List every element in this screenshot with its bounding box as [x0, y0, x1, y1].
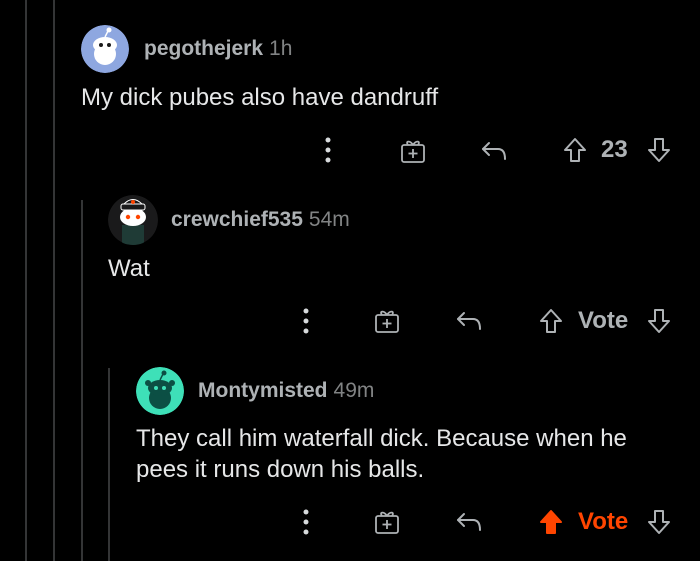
reply-arrow-icon [482, 142, 506, 160]
award-gift-icon [375, 511, 399, 534]
comment-body: My dick pubes also have dandruff [81, 84, 439, 111]
reply-button[interactable] [453, 507, 485, 537]
downvote-arrow-icon [648, 510, 670, 534]
avatar[interactable] [81, 25, 129, 73]
downvote-button[interactable] [644, 305, 674, 337]
reply-button[interactable] [453, 306, 485, 336]
upvote-button[interactable] [536, 305, 566, 337]
award-gift-icon [375, 310, 399, 333]
username[interactable]: Montymisted 49m [198, 379, 374, 403]
reply-arrow-icon [457, 312, 481, 330]
award-gift-icon [401, 140, 425, 163]
vote-label: Vote [578, 307, 629, 334]
thread-line-level-2[interactable] [81, 200, 83, 561]
username-text[interactable]: Montymisted [198, 379, 328, 402]
upvote-button-active[interactable] [536, 506, 566, 538]
downvote-button[interactable] [644, 134, 674, 166]
comment-age: 1h [269, 37, 293, 60]
more-options-button[interactable] [316, 135, 340, 165]
award-button[interactable] [372, 507, 402, 537]
more-options-icon [303, 308, 309, 334]
comment-body-line: pees it runs down his balls. [136, 456, 425, 483]
upvote-arrow-filled-icon [540, 510, 562, 534]
downvote-arrow-icon [648, 138, 670, 162]
comment-body: Wat [108, 255, 150, 282]
upvote-arrow-icon [540, 309, 562, 333]
vote-count: 23 [601, 136, 628, 163]
upvote-button[interactable] [560, 134, 590, 166]
reddit-snoo-avatar-icon [81, 25, 129, 73]
more-options-button[interactable] [294, 306, 318, 336]
username[interactable]: crewchief535 54m [171, 208, 350, 232]
more-options-icon [303, 509, 309, 535]
comment-body: They call him waterfall dick. Because wh… [136, 423, 627, 485]
reply-button[interactable] [478, 136, 510, 166]
avatar[interactable] [108, 195, 158, 245]
award-button[interactable] [372, 306, 402, 336]
reddit-snoo-avatar-icon [108, 195, 158, 245]
vote-label: Vote [578, 508, 629, 535]
avatar[interactable] [136, 367, 184, 415]
thread-line-level-0[interactable] [25, 0, 27, 561]
comment-age: 54m [308, 208, 350, 231]
more-options-icon [325, 137, 331, 163]
thread-line-level-1[interactable] [53, 0, 55, 561]
award-button[interactable] [398, 136, 428, 166]
reply-arrow-icon [457, 513, 481, 531]
username-text[interactable]: pegothejerk [144, 37, 263, 60]
upvote-arrow-icon [564, 138, 586, 162]
downvote-arrow-icon [648, 309, 670, 333]
username-text[interactable]: crewchief535 [171, 208, 303, 231]
downvote-button[interactable] [644, 506, 674, 538]
thread-line-level-3[interactable] [108, 368, 110, 561]
comment-body-line: They call him waterfall dick. Because wh… [136, 425, 627, 452]
comment-age: 49m [333, 379, 375, 402]
more-options-button[interactable] [294, 507, 318, 537]
username[interactable]: pegothejerk 1h [144, 37, 292, 61]
reddit-snoo-avatar-icon [136, 367, 184, 415]
